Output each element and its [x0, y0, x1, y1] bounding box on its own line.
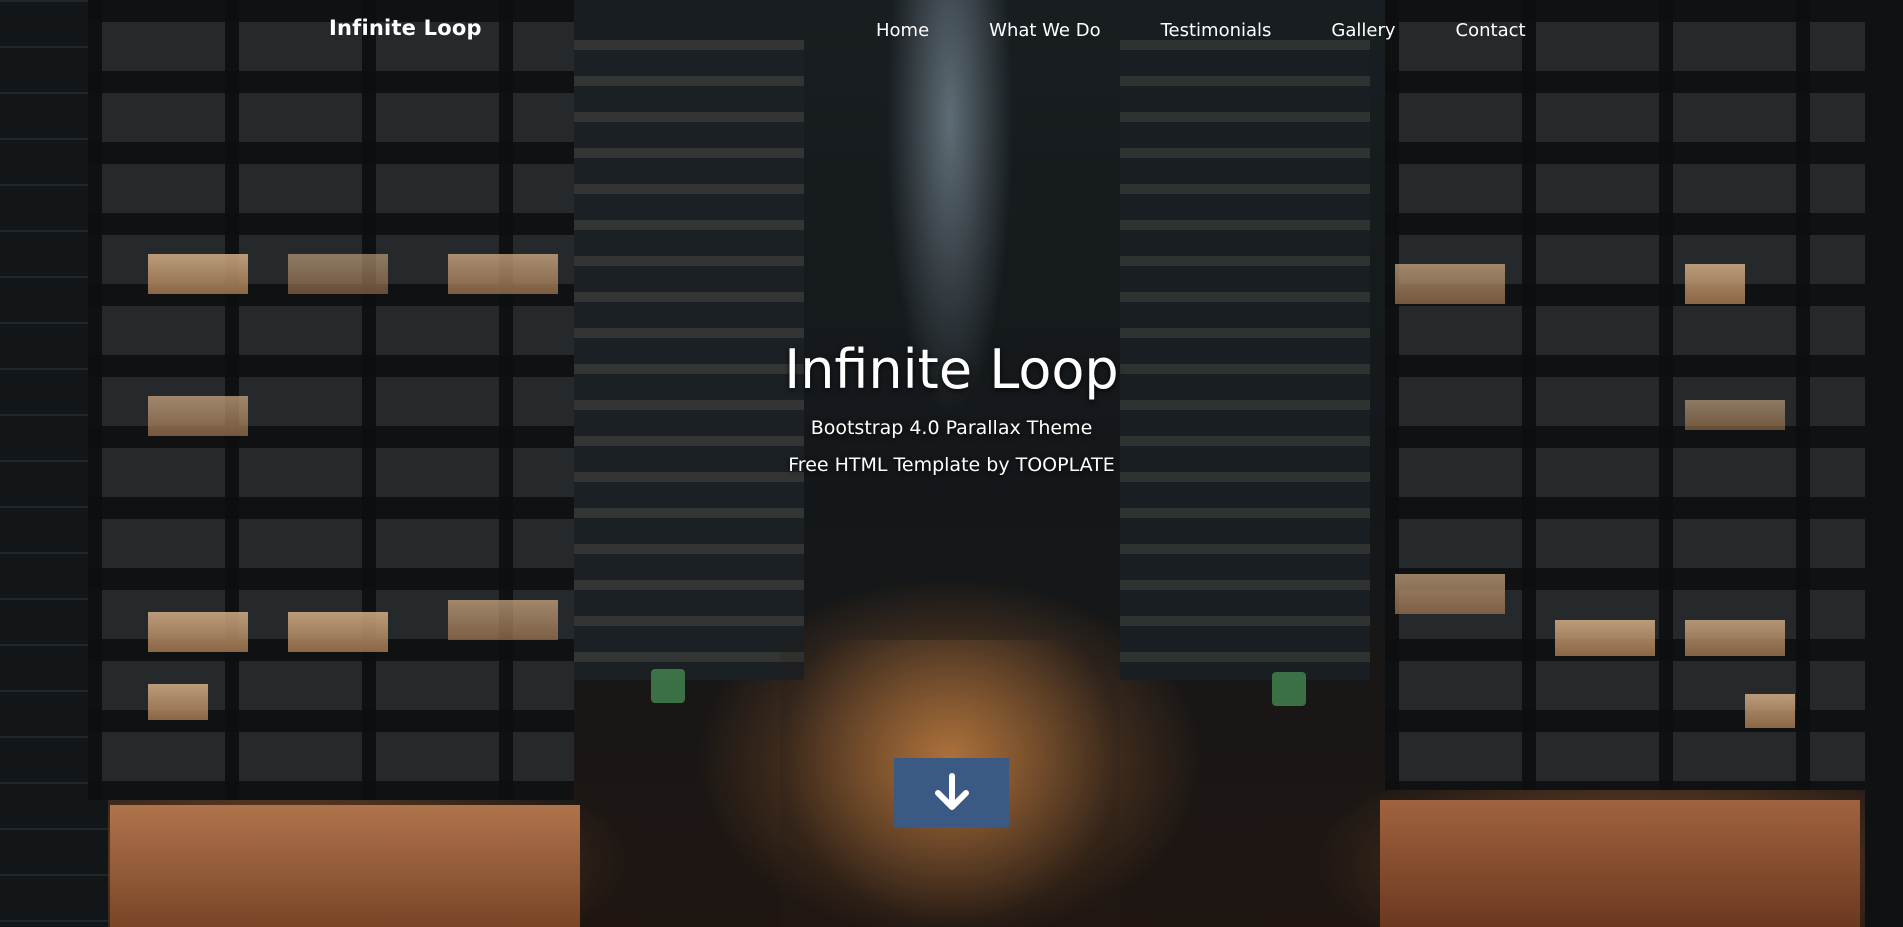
nav-item: Testimonials: [1131, 18, 1302, 44]
nav-link-contact[interactable]: Contact: [1426, 18, 1556, 44]
nav-link-gallery[interactable]: Gallery: [1301, 18, 1425, 44]
arrow-down-icon: [934, 772, 969, 810]
hero-text-block: Infinite Loop Bootstrap 4.0 Parallax The…: [0, 334, 1903, 479]
nav-link-what-we-do[interactable]: What We Do: [959, 18, 1130, 44]
brand-logo-link[interactable]: Infinite Loop: [329, 16, 482, 40]
hero-title: Infinite Loop: [784, 338, 1119, 401]
top-navbar: Infinite Loop Home What We Do Testimonia…: [0, 0, 1903, 62]
nav-menu: Home What We Do Testimonials Gallery Con…: [876, 18, 1556, 44]
hero-subtitle: Bootstrap 4.0 Parallax Theme: [810, 417, 1093, 439]
scroll-down-button[interactable]: [894, 758, 1009, 827]
hero-section: Infinite Loop Home What We Do Testimonia…: [0, 0, 1903, 927]
nav-item: Home: [876, 18, 959, 44]
nav-item: Gallery: [1301, 18, 1425, 44]
hero-tagline: Free HTML Template by TOOPLATE: [788, 454, 1115, 476]
nav-link-home[interactable]: Home: [876, 18, 959, 44]
nav-item: What We Do: [959, 18, 1130, 44]
nav-item: Contact: [1426, 18, 1556, 44]
nav-link-testimonials[interactable]: Testimonials: [1131, 18, 1302, 44]
